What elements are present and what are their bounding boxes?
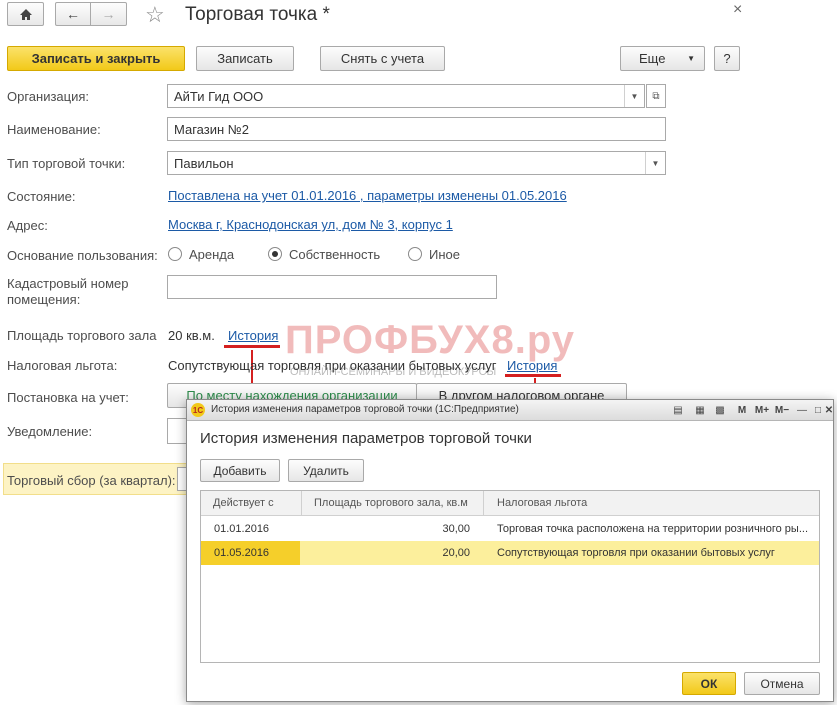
history-dialog-heading: История изменения параметров торговой то… bbox=[200, 430, 532, 447]
cancel-button[interactable]: Отмена bbox=[744, 672, 820, 695]
usage-radio-other[interactable] bbox=[408, 247, 422, 261]
usage-radio-rent[interactable] bbox=[168, 247, 182, 261]
type-label: Тип торговой точки: bbox=[7, 156, 126, 171]
back-button[interactable]: ← bbox=[55, 2, 91, 26]
page-title: Торговая точка * bbox=[185, 4, 330, 25]
row-date: 01.01.2016 bbox=[214, 523, 270, 535]
cadastral-label-line2: помещения: bbox=[7, 292, 81, 307]
area-value: 20 кв.м. bbox=[168, 328, 215, 343]
org-open-button[interactable]: ⧉ bbox=[646, 84, 666, 108]
usage-option-own: Собственность bbox=[289, 247, 381, 262]
tax-history-highlight bbox=[505, 374, 561, 377]
usage-option-rent: Аренда bbox=[189, 247, 235, 262]
notice-label: Уведомление: bbox=[7, 424, 93, 439]
cadastral-field[interactable] bbox=[167, 275, 497, 299]
home-icon bbox=[19, 8, 32, 20]
add-button[interactable]: Добавить bbox=[200, 459, 280, 482]
open-form-icon: ⧉ bbox=[652, 90, 660, 102]
state-label: Состояние: bbox=[7, 189, 76, 204]
column-header-date[interactable]: Действует с bbox=[213, 497, 274, 509]
type-value: Павильон bbox=[174, 156, 234, 171]
fee-label: Торговый сбор (за квартал): bbox=[7, 473, 176, 488]
area-history-link[interactable]: История bbox=[228, 328, 278, 343]
more-button[interactable]: Еще ▼ bbox=[620, 46, 705, 71]
chevron-down-icon: ▼ bbox=[687, 54, 695, 63]
area-history-highlight bbox=[224, 345, 280, 348]
memory-mplus-button[interactable]: M+ bbox=[753, 403, 771, 417]
row-date: 01.05.2016 bbox=[214, 547, 270, 559]
tax-label: Налоговая льгота: bbox=[7, 358, 118, 373]
type-field[interactable]: Павильон ▼ bbox=[167, 151, 666, 175]
name-label: Наименование: bbox=[7, 122, 101, 137]
arrow-right-icon: → bbox=[101, 6, 116, 22]
usage-option-other: Иное bbox=[429, 247, 460, 262]
address-link[interactable]: Москва г, Краснодонская ул, дом № 3, кор… bbox=[168, 217, 453, 232]
save-and-close-button[interactable]: Записать и закрыть bbox=[7, 46, 185, 71]
state-link[interactable]: Поставлена на учет 01.01.2016 , параметр… bbox=[168, 188, 567, 203]
deregister-button[interactable]: Снять с учета bbox=[320, 46, 445, 71]
delete-button[interactable]: Удалить bbox=[288, 459, 364, 482]
home-button[interactable] bbox=[7, 2, 44, 26]
registration-label: Постановка на учет: bbox=[7, 390, 129, 405]
org-label: Организация: bbox=[7, 89, 90, 104]
row-benefit: Торговая точка расположена на территории… bbox=[497, 523, 809, 535]
history-table: Действует с Площадь торгового зала, кв.м… bbox=[200, 490, 820, 663]
history-dialog: 1C История изменения параметров торговой… bbox=[186, 399, 834, 702]
table-row-selected[interactable]: 01.05.2016 20,00 Сопутствующая торговля … bbox=[201, 541, 819, 565]
type-dropdown-button[interactable]: ▼ bbox=[645, 152, 665, 174]
row-area: 30,00 bbox=[442, 523, 470, 535]
more-label: Еще bbox=[639, 51, 666, 66]
arrow-left-icon: ← bbox=[66, 6, 80, 22]
name-field[interactable]: Магазин №2 bbox=[167, 117, 666, 141]
doc-icon[interactable]: ▤ bbox=[671, 403, 685, 417]
usage-label: Основание пользования: bbox=[7, 248, 158, 263]
app-1c-icon: 1C bbox=[191, 403, 205, 417]
tax-value: Сопутствующая торговля при оказании быто… bbox=[168, 358, 497, 373]
calendar-icon[interactable]: ▩ bbox=[713, 403, 727, 417]
history-dialog-titlebar: 1C История изменения параметров торговой… bbox=[187, 400, 833, 421]
column-header-benefit[interactable]: Налоговая льгота bbox=[497, 497, 587, 509]
area-label: Площадь торгового зала bbox=[7, 328, 157, 343]
history-dialog-window-title: История изменения параметров торговой то… bbox=[211, 404, 519, 415]
close-icon[interactable]: ✕ bbox=[822, 403, 836, 417]
close-icon[interactable]: × bbox=[733, 1, 742, 19]
address-label: Адрес: bbox=[7, 218, 48, 233]
memory-mminus-button[interactable]: M− bbox=[773, 403, 791, 417]
usage-radio-own[interactable] bbox=[268, 247, 282, 261]
cadastral-label-line1: Кадастровый номер bbox=[7, 276, 129, 291]
org-dropdown-button[interactable]: ▼ bbox=[624, 85, 644, 107]
minimize-icon[interactable]: — bbox=[795, 403, 809, 417]
chevron-down-icon: ▼ bbox=[630, 91, 639, 101]
memory-m-button[interactable]: M bbox=[735, 403, 749, 417]
help-button[interactable]: ? bbox=[714, 46, 740, 71]
row-benefit: Сопутствующая торговля при оказании быто… bbox=[497, 547, 775, 559]
table-row[interactable]: 01.01.2016 30,00 Торговая точка располож… bbox=[201, 517, 819, 541]
forward-button[interactable]: → bbox=[90, 2, 127, 26]
calc-icon[interactable]: ▦ bbox=[693, 403, 707, 417]
favorite-star-icon[interactable]: ☆ bbox=[145, 2, 165, 28]
tax-history-link[interactable]: История bbox=[507, 358, 557, 373]
org-value: АйТи Гид ООО bbox=[174, 89, 264, 104]
org-field[interactable]: АйТи Гид ООО ▼ bbox=[167, 84, 645, 108]
ok-button[interactable]: ОК bbox=[682, 672, 736, 695]
history-table-header: Действует с Площадь торгового зала, кв.м… bbox=[201, 491, 819, 516]
row-area: 20,00 bbox=[442, 547, 470, 559]
column-header-area[interactable]: Площадь торгового зала, кв.м bbox=[314, 497, 468, 509]
save-button[interactable]: Записать bbox=[196, 46, 294, 71]
chevron-down-icon: ▼ bbox=[651, 158, 660, 168]
watermark-logo: ПРОФБУХ8.ру bbox=[285, 318, 575, 362]
